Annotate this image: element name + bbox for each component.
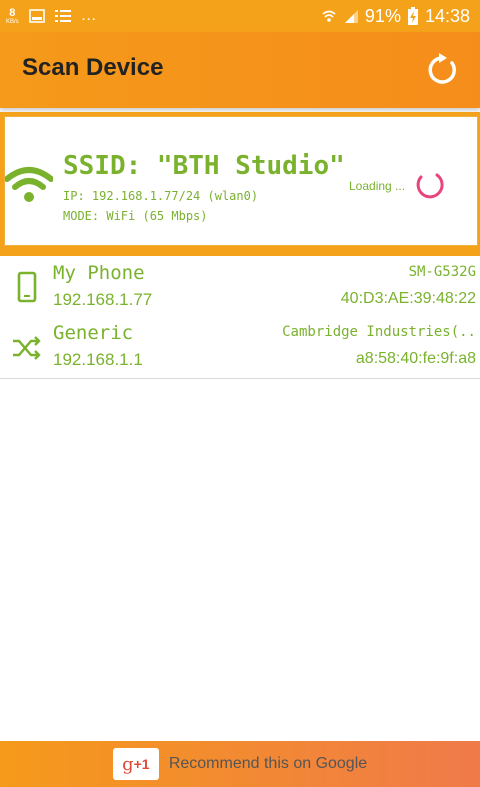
download-icon [28, 9, 45, 23]
recommend-banner: g +1 Recommend this on Google [0, 741, 480, 787]
mode-line: MODE: WiFi (65 Mbps) [63, 209, 208, 223]
list-item[interactable]: Generic 192.168.1.1 Cambridge Industries… [0, 316, 480, 379]
ssid-label: SSID: "BTH Studio" [63, 151, 345, 181]
google-plus-g: g [122, 753, 134, 775]
wifi-icon [321, 8, 337, 24]
refresh-button[interactable] [424, 52, 460, 88]
device-vendor: Cambridge Industries(.. [282, 324, 476, 340]
device-vendor: SM-G532G [408, 264, 476, 280]
loading-text: Loading ... [349, 179, 406, 193]
clock: 14:38 [424, 5, 470, 26]
signal-icon [343, 8, 359, 24]
battery-charging-icon [407, 6, 419, 26]
loading-spinner-icon [416, 173, 444, 199]
network-speed: 8 KB/s [6, 6, 19, 25]
list-item[interactable]: My Phone 192.168.1.77 SM-G532G 40:D3:AE:… [0, 256, 480, 319]
page-title: Scan Device [22, 54, 164, 81]
google-plus-one-button[interactable]: g +1 [112, 748, 159, 780]
wifi-icon [5, 167, 53, 202]
network-info-card: SSID: "BTH Studio" IP: 192.168.1.77/24 (… [4, 116, 478, 246]
google-plus-one: +1 [133, 756, 150, 772]
smartphone-icon [17, 271, 37, 303]
device-name: Generic [53, 322, 134, 344]
refresh-icon [428, 53, 456, 84]
app-bar: Scan Device [0, 32, 480, 108]
battery-percent: 91% [364, 5, 401, 26]
more-icon: … [80, 7, 97, 24]
device-ip: 192.168.1.1 [53, 350, 143, 369]
speed-value: 8 [9, 6, 16, 19]
device-mac: a8:58:40:fe:9f:a8 [355, 350, 476, 367]
network-info-panel: SSID: "BTH Studio" IP: 192.168.1.77/24 (… [0, 112, 480, 256]
device-name: My Phone [53, 262, 145, 284]
ip-address-line: IP: 192.168.1.77/24 (wlan0) [63, 189, 259, 203]
notification-icon [54, 9, 71, 23]
device-ip: 192.168.1.77 [53, 290, 153, 309]
status-bar: 8 KB/s … 91% 14:38 [0, 0, 480, 32]
device-mac: 40:D3:AE:39:48:22 [340, 290, 476, 307]
speed-unit: KB/s [6, 18, 19, 25]
recommend-text: Recommend this on Google [168, 755, 368, 772]
shuffle-icon [13, 336, 41, 360]
